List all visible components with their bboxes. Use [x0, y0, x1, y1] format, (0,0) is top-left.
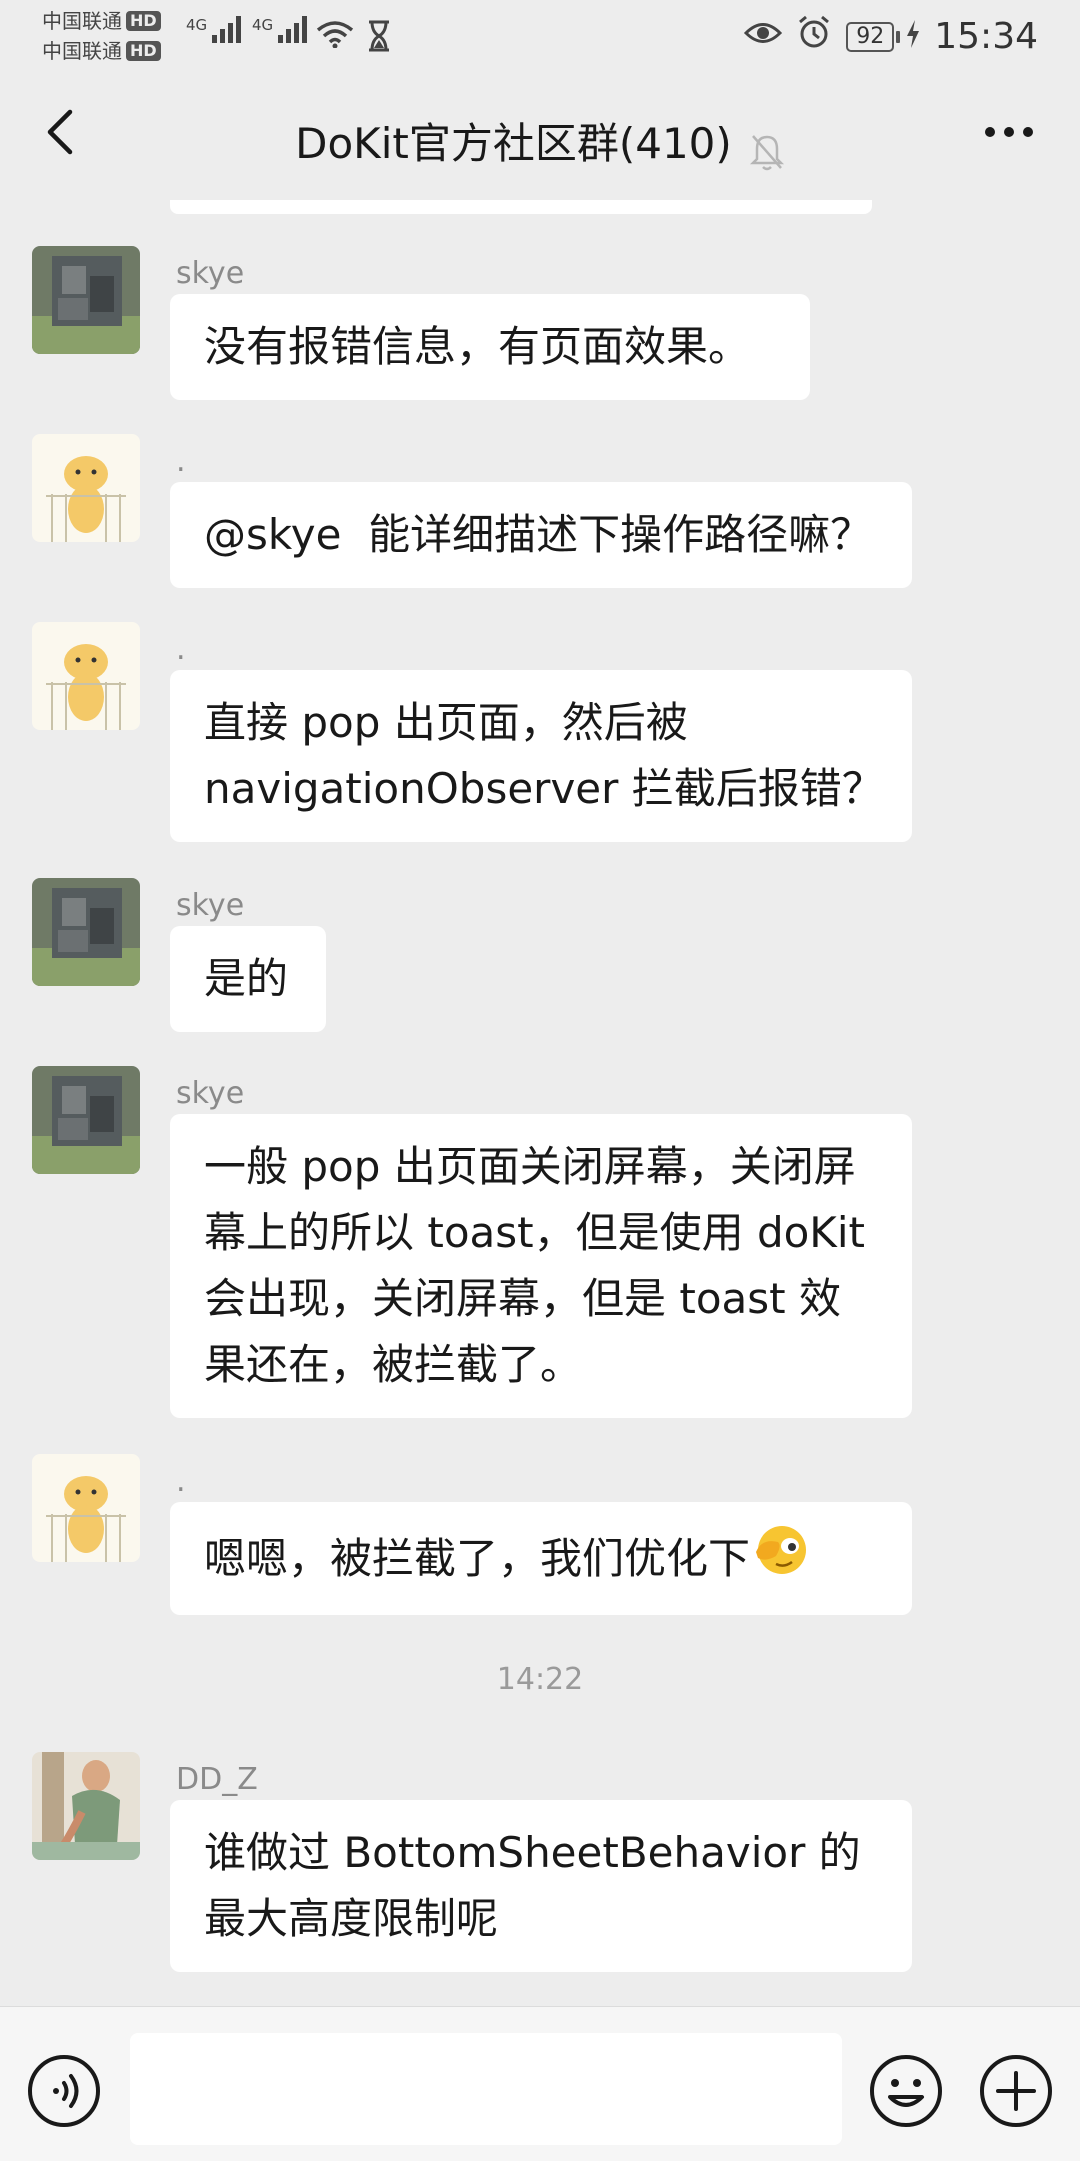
message-input[interactable]: [130, 2033, 842, 2145]
message-bubble[interactable]: 没有报错信息，有页面效果。: [170, 294, 810, 400]
message-bubble[interactable]: @skye 能详细描述下操作路径嘛？: [170, 482, 912, 588]
partial-message-bubble: [170, 200, 872, 214]
sender-name: .: [176, 632, 186, 667]
signal-icon: 4G: [186, 16, 242, 43]
hd-badge: HD: [126, 41, 161, 61]
avatar[interactable]: [32, 1752, 140, 1860]
message-text: 嗯嗯，被拦截了，我们优化下: [204, 1533, 751, 1583]
sender-name: .: [176, 1464, 186, 1499]
voice-button[interactable]: [26, 2053, 102, 2129]
input-bar: [0, 2006, 1080, 2161]
facepalm-emoji-icon: [752, 1522, 810, 1595]
sender-name: skye: [176, 888, 245, 923]
sender-name: skye: [176, 1076, 245, 1111]
avatar[interactable]: [32, 622, 140, 730]
avatar[interactable]: [32, 878, 140, 986]
emoji-button[interactable]: [868, 2053, 944, 2129]
more-button[interactable]: [974, 112, 1044, 152]
signal-icon: 4G: [252, 16, 308, 43]
sender-name: DD_Z: [176, 1762, 258, 1797]
network-type-label: 4G: [252, 16, 274, 34]
network-type-label: 4G: [186, 16, 208, 34]
carrier-info: 中国联通 HD 中国联通 HD: [42, 6, 161, 66]
message-bubble[interactable]: 一般 pop 出页面关闭屏幕，关闭屏幕上的所以 toast，但是使用 doKit…: [170, 1114, 912, 1418]
alarm-clock-icon: [796, 14, 832, 59]
more-dots-icon: [985, 127, 1033, 137]
avatar[interactable]: [32, 434, 140, 542]
avatar[interactable]: [32, 1454, 140, 1562]
bell-off-icon: [749, 132, 785, 176]
battery-level: 92: [846, 21, 895, 52]
hd-badge: HD: [126, 11, 161, 31]
eye-icon: [744, 16, 783, 57]
message-list[interactable]: skye 没有报错信息，有页面效果。 . @skye 能详细描述下操作路径嘛？ …: [0, 200, 1080, 2006]
status-bar: 中国联通 HD 中国联通 HD 4G 4G 92 15:34: [0, 0, 1080, 72]
battery-indicator: 92: [846, 21, 901, 52]
avatar[interactable]: [32, 1066, 140, 1174]
avatar[interactable]: [32, 246, 140, 354]
more-functions-button[interactable]: [978, 2053, 1054, 2129]
title-wrap: DoKit官方社区群(410): [0, 110, 1080, 176]
carrier-2-label: 中国联通: [42, 39, 122, 63]
emoji-icon: [870, 2055, 942, 2127]
plus-icon: [980, 2055, 1052, 2127]
hourglass-icon: [366, 20, 392, 56]
sender-name: .: [176, 444, 186, 479]
chat-header: DoKit官方社区群(410): [0, 72, 1080, 200]
message-bubble[interactable]: 是的: [170, 926, 326, 1032]
chat-title: DoKit官方社区群(410): [295, 119, 732, 168]
voice-icon: [28, 2055, 100, 2127]
carrier-1-label: 中国联通: [42, 9, 122, 33]
status-right-group: 92 15:34: [744, 14, 1038, 59]
message-bubble[interactable]: 谁做过 BottomSheetBehavior 的最大高度限制呢: [170, 1800, 912, 1972]
sender-name: skye: [176, 256, 245, 291]
charging-bolt-icon: [906, 16, 920, 57]
time-separator: 14:22: [496, 1662, 584, 1697]
clock-time: 15:34: [934, 16, 1038, 57]
message-bubble[interactable]: 直接 pop 出页面，然后被 navigationObserver 拦截后报错？: [170, 670, 912, 842]
wifi-icon: [316, 20, 354, 52]
message-bubble[interactable]: 嗯嗯，被拦截了，我们优化下: [170, 1502, 912, 1615]
